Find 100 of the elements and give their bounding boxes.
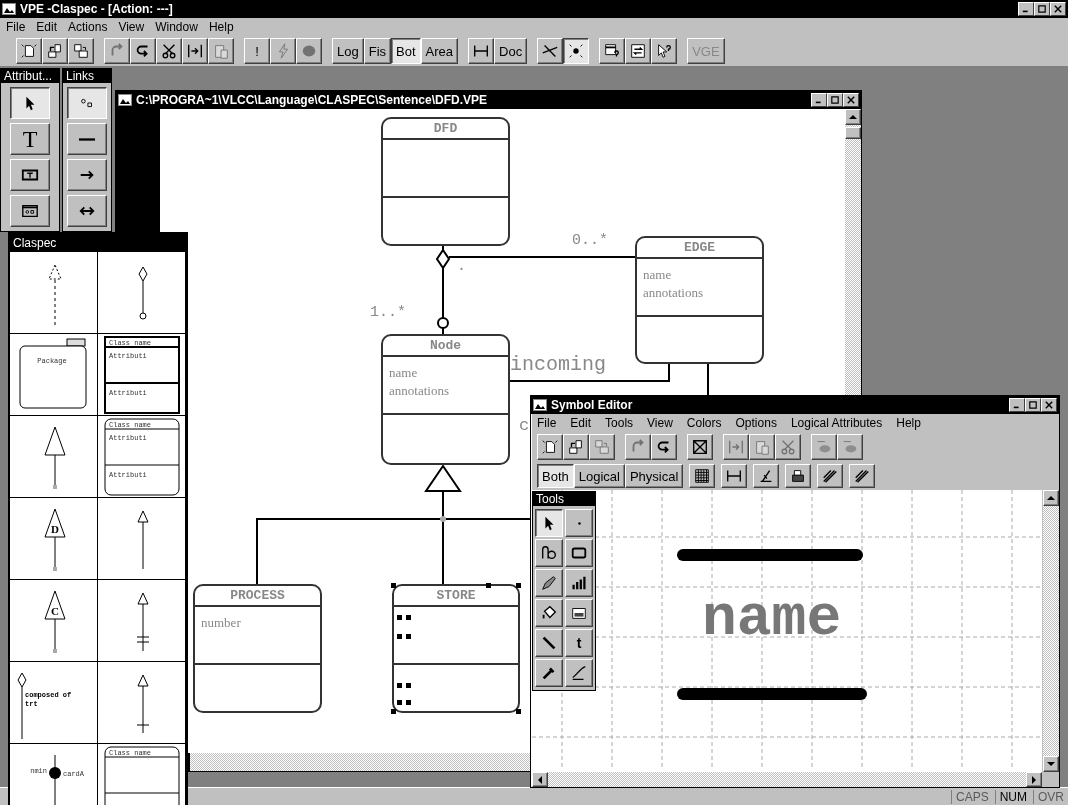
menu-item[interactable]: Logical Attributes [790,416,883,430]
toolbar-button[interactable]: Fis [363,38,392,64]
dot-icon [577,521,581,525]
palette-item[interactable] [98,252,186,334]
scroll-left-button[interactable] [532,772,548,787]
help-icon [655,42,674,60]
selection-dots [397,683,411,688]
scissors-icon [779,438,797,456]
menu-item[interactable]: Edit [36,20,58,34]
toolbar-button[interactable] [563,38,590,64]
close-icon [847,96,855,104]
close-button[interactable] [1041,398,1057,412]
window-title: C:\PROGRA~1\VLCC\Language\CLASPEC\Sentence\DFD.VPE [136,93,488,107]
maximize-button[interactable] [1025,398,1041,412]
menu-item[interactable]: File [537,416,557,430]
menu-item[interactable]: Help [208,20,234,34]
aggregation-drawing [138,266,147,319]
arrow-drawing [137,510,148,569]
menu-item[interactable]: Tools [605,416,634,430]
inheritance-triangle [424,464,462,492]
palette-title: Tools [533,492,595,506]
class-node[interactable]: PROCESS number [193,584,322,713]
align-icon [186,42,204,60]
palette-item[interactable] [10,416,98,498]
box-cross-icon [691,438,709,456]
selection-handle[interactable] [486,583,491,588]
scroll-up-button[interactable] [845,109,861,125]
scroll-right-button[interactable] [1026,772,1042,787]
toolbar-button[interactable]: Doc [494,38,528,64]
toolbar-button[interactable]: Logical [573,464,625,488]
menu-item[interactable]: File [6,20,26,34]
maximize-button[interactable] [1034,2,1050,16]
toolbar-button[interactable]: Area [420,38,459,64]
open-file-icon [46,42,64,60]
vertical-scrollbar[interactable] [1043,490,1059,772]
close-icon [1054,5,1062,13]
clipboard-icon [212,42,230,60]
menu-item[interactable]: Options [735,416,777,430]
palette-item[interactable]: D [10,498,98,580]
horizontal-scrollbar[interactable] [532,772,1042,787]
triangle-arrow-drawing [44,590,65,653]
menu-item[interactable]: Actions [68,20,108,34]
selection-dots [397,615,411,620]
horizontal-scrollbar[interactable] [190,753,530,771]
minimize-button[interactable] [1018,2,1034,16]
arrow-drawing [136,674,149,733]
palette-item[interactable] [98,498,186,580]
tool-button[interactable] [10,87,50,119]
vertical-scrollbar[interactable] [845,109,861,395]
tool-button[interactable] [535,509,563,537]
loop-icon [540,544,558,562]
scroll-up-button[interactable] [1043,490,1059,506]
link-label: 0..* [572,233,608,248]
selection-handle[interactable] [516,583,521,588]
left-arrow-icon [537,775,543,784]
selection-handle[interactable] [516,709,521,714]
symbol-text[interactable]: name [702,590,842,648]
close-button[interactable] [1050,2,1066,16]
close-button[interactable] [843,93,859,107]
selection-handle[interactable] [391,583,396,588]
toolbar-button[interactable]: Bot [391,38,421,64]
minimize-button[interactable] [811,93,827,107]
menu-item[interactable]: Edit [570,416,592,430]
tool-button[interactable] [67,87,107,119]
selection-handle[interactable] [391,709,396,714]
dot-line-drawing [48,754,61,805]
menu-item[interactable]: Colors [686,416,722,430]
class-name: STORE [436,588,476,603]
diamond-line-drawing [17,672,26,739]
menu-item[interactable]: Window [155,20,198,34]
toolbar-button[interactable]: Both [537,464,574,488]
minimize-button[interactable] [1009,398,1025,412]
class-attribute: annotations [643,285,704,301]
aggregation-diamond [435,248,451,270]
tool-button[interactable]: t [565,629,593,657]
palette-item[interactable] [98,580,186,662]
palette-item[interactable]: C [10,580,98,662]
connector-line [442,245,444,251]
class-node[interactable]: STORE [392,584,520,713]
selection-dots [397,700,411,705]
scroll-down-button[interactable] [1043,756,1059,772]
toolbar-button[interactable]: Log [332,38,364,64]
toolbar-button[interactable]: Physical [624,464,684,488]
tool-button[interactable]: T [10,123,50,155]
palette-item[interactable] [10,252,98,334]
class-node[interactable]: EDGE name annotations [635,236,764,364]
palette-item[interactable] [98,662,186,744]
menu-item[interactable]: Help [896,416,921,430]
up-arrow-icon [849,114,857,120]
scroll-thumb[interactable] [845,127,861,139]
toolbar-button[interactable]: ! [244,38,270,64]
menu-item[interactable]: View [647,416,673,430]
palette-title: Links [63,69,111,83]
class-node[interactable]: Node name annotations [381,334,510,465]
new-file-icon [20,42,38,60]
menu-item[interactable]: View [118,20,145,34]
line-icon [79,137,95,141]
palette-label: D [50,522,59,535]
maximize-button[interactable] [827,93,843,107]
class-node[interactable]: DFD [381,117,510,246]
